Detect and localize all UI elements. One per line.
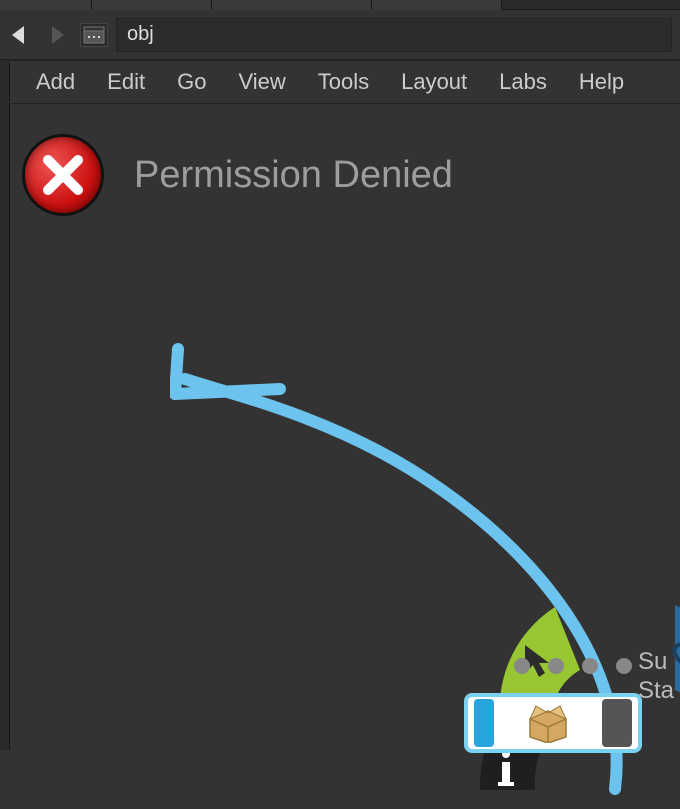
- package-icon: [526, 703, 570, 743]
- menu-labs[interactable]: Labs: [485, 63, 561, 101]
- pager-dots: [514, 658, 632, 674]
- pager-dot[interactable]: [548, 658, 564, 674]
- back-button[interactable]: [8, 21, 36, 49]
- node-flag-right: [602, 699, 632, 747]
- forward-button[interactable]: [44, 21, 72, 49]
- pager-dot[interactable]: [582, 658, 598, 674]
- left-strip: [0, 60, 10, 750]
- menu-go[interactable]: Go: [163, 63, 220, 101]
- path-context-icon[interactable]: [80, 23, 108, 47]
- radial-side-label: Su Sta: [638, 648, 680, 706]
- radial-center-node[interactable]: [464, 693, 642, 753]
- error-row: Permission Denied: [22, 134, 453, 216]
- menu-tools[interactable]: Tools: [304, 63, 383, 101]
- menu-help[interactable]: Help: [565, 63, 638, 101]
- menu-bar: Add Edit Go View Tools Layout Labs Help: [10, 60, 680, 104]
- menu-edit[interactable]: Edit: [93, 63, 159, 101]
- error-message: Permission Denied: [134, 154, 453, 197]
- menu-layout[interactable]: Layout: [387, 63, 481, 101]
- pager-dot[interactable]: [514, 658, 530, 674]
- tab[interactable]: [92, 0, 212, 10]
- path-input[interactable]: obj: [116, 18, 672, 52]
- menu-add[interactable]: Add: [22, 63, 89, 101]
- tab-bar: [0, 0, 680, 10]
- error-x-icon: [22, 134, 104, 216]
- tab[interactable]: [372, 0, 502, 10]
- network-viewport[interactable]: Permission Denied: [10, 104, 680, 750]
- menu-view[interactable]: View: [224, 63, 299, 101]
- nav-bar: obj: [0, 10, 680, 60]
- node-flag: [474, 699, 494, 747]
- pager-dot[interactable]: [616, 658, 632, 674]
- tab[interactable]: [212, 0, 372, 10]
- tab[interactable]: [0, 0, 92, 10]
